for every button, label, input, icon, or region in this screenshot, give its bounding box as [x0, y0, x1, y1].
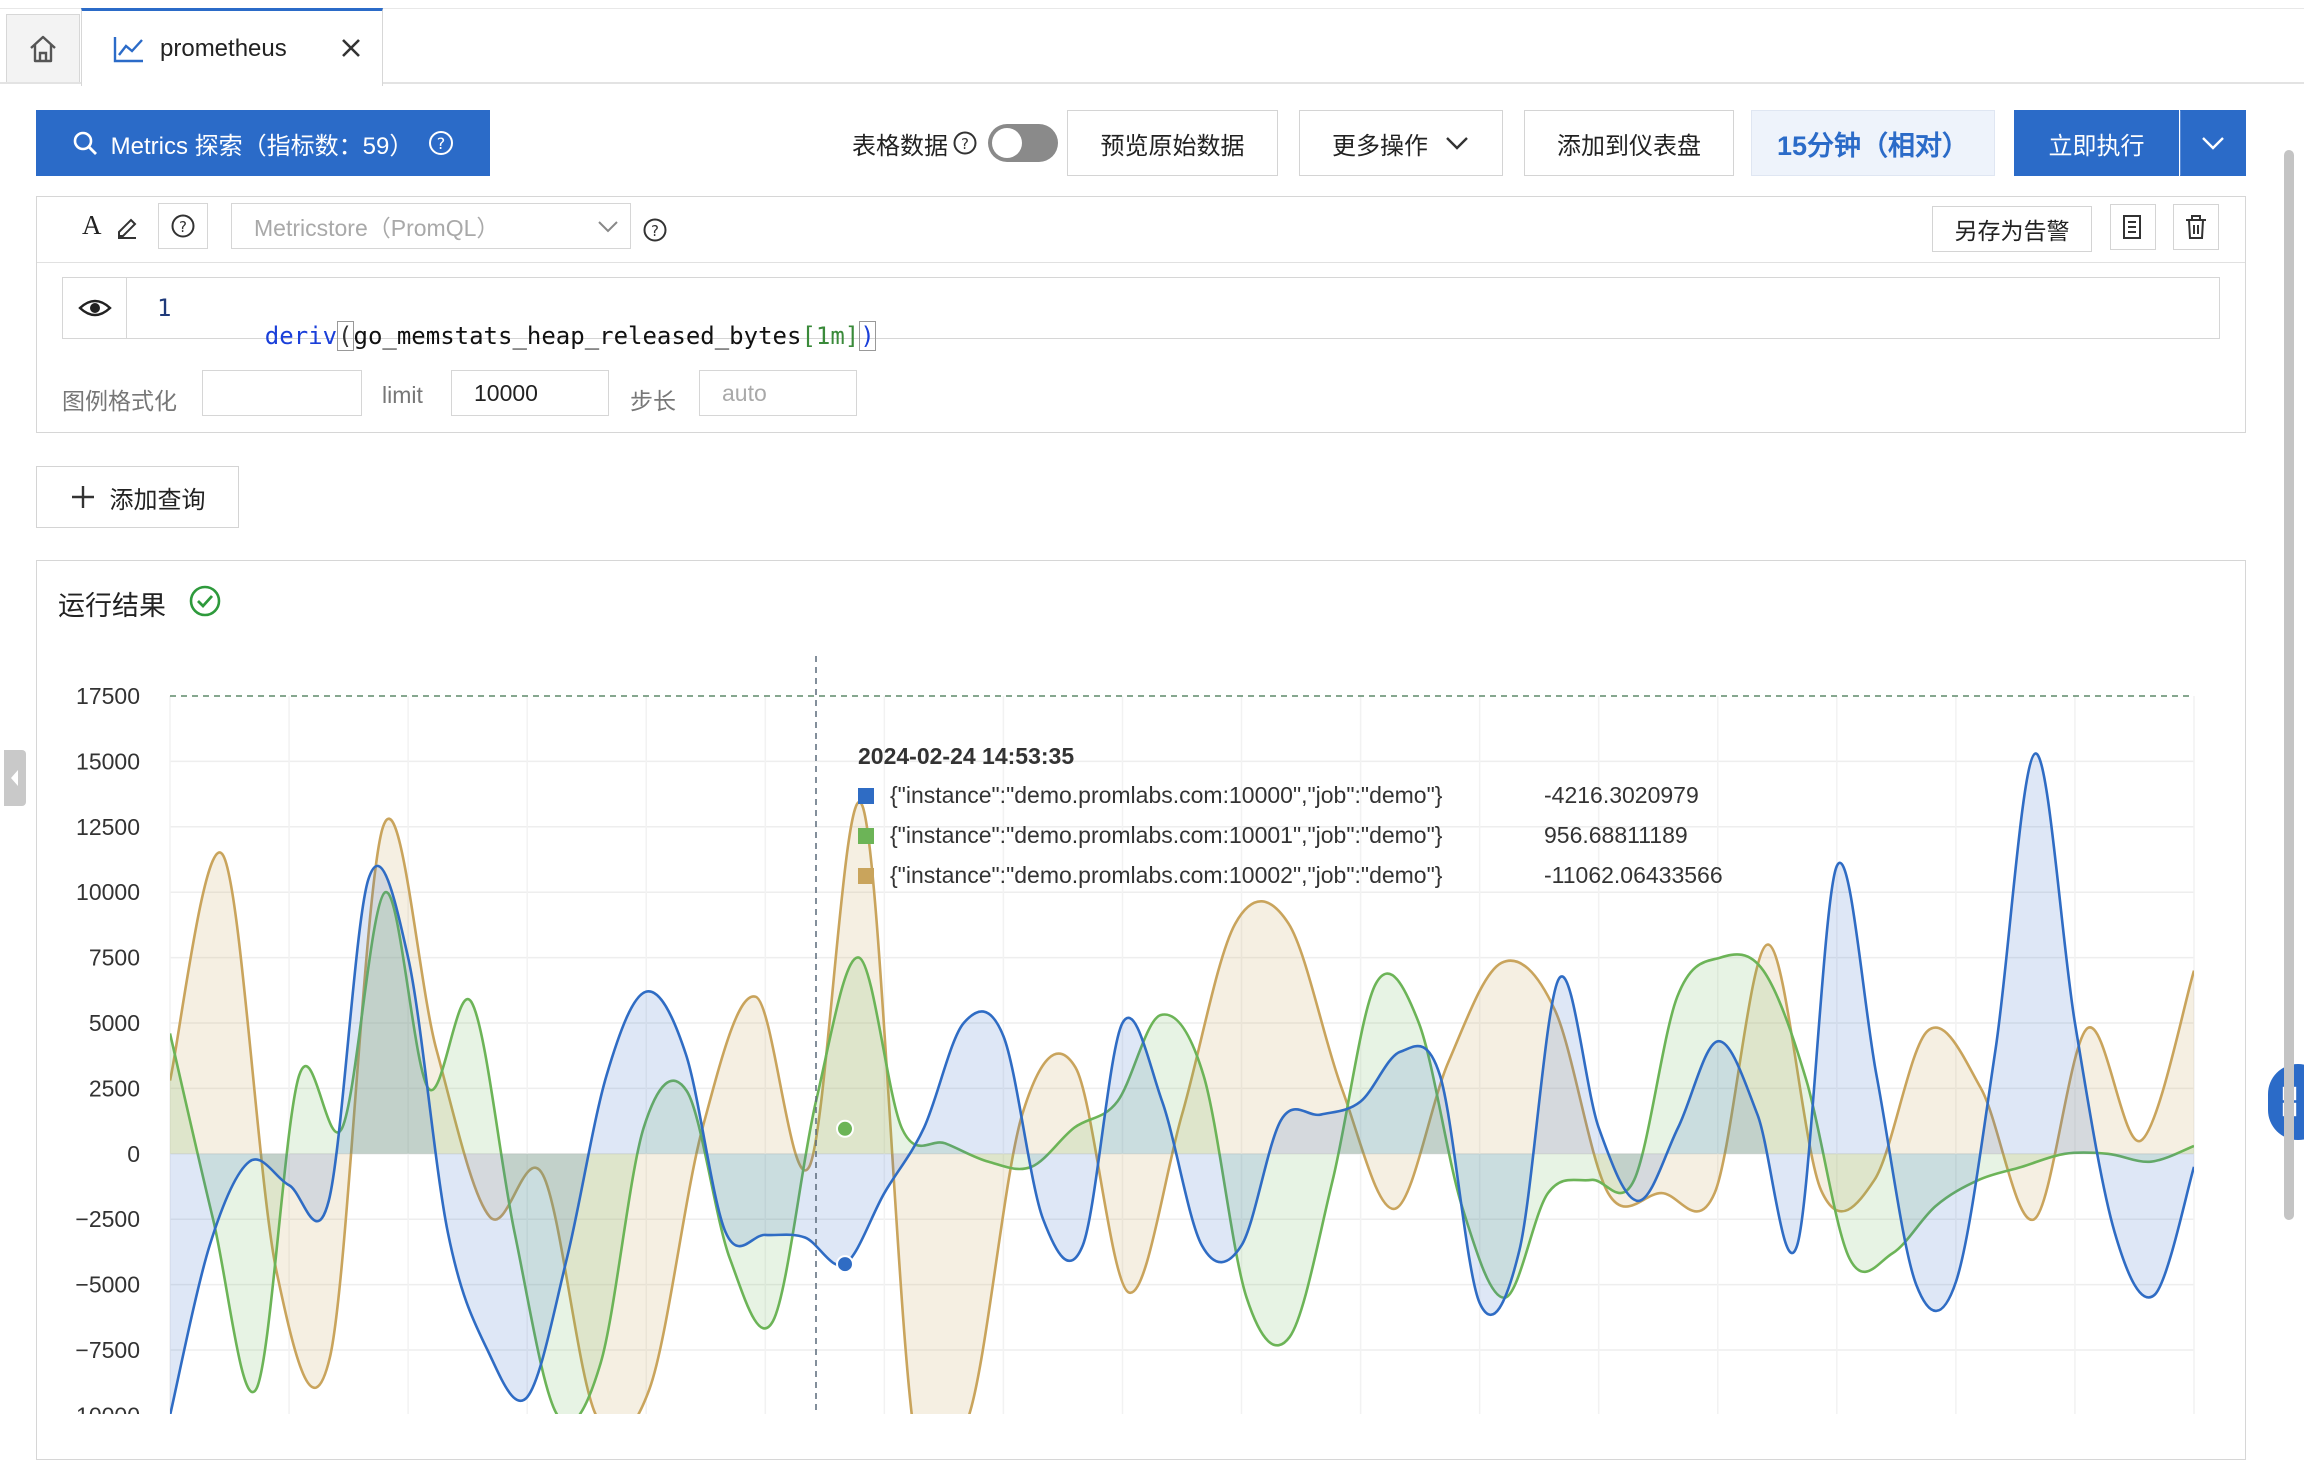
save-as-alert-button[interactable]: 另存为告警 [1932, 206, 2092, 252]
close-icon[interactable] [338, 35, 364, 61]
preview-raw-data-button[interactable]: 预览原始数据 [1067, 110, 1278, 176]
legend-format-label: 图例格式化 [62, 388, 177, 414]
add-query-button[interactable]: 添加查询 [36, 466, 239, 528]
tooltip-swatch [858, 828, 874, 844]
metrics-button-label: Metrics 探索（指标数：59） [110, 132, 414, 160]
result-chart[interactable]: 17500 15000 12500 10000 7500 5000 2500 0 −2500 −5… [36, 640, 2246, 1414]
expr-range: [1m] [801, 322, 860, 350]
step-input[interactable]: auto [699, 370, 857, 416]
help-icon[interactable]: ? [952, 130, 978, 156]
y-tick-label: −10000 [63, 1402, 140, 1414]
limit-label: limit [382, 382, 423, 408]
tab-title: prometheus [160, 34, 287, 62]
tooltip-swatch [858, 868, 874, 884]
tooltip-series-label: {"instance":"demo.promlabs.com:10000","j… [890, 782, 1443, 808]
document-icon [2123, 215, 2141, 239]
search-icon [73, 131, 97, 155]
add-query-label: 添加查询 [109, 486, 206, 514]
table-data-toggle[interactable] [988, 124, 1058, 162]
svg-text:?: ? [179, 218, 187, 236]
tooltip-time: 2024-02-24 14:53:35 [858, 743, 1074, 769]
more-actions-button[interactable]: 更多操作 [1299, 110, 1503, 176]
tooltip-series-value: 956.68811189 [1544, 822, 1688, 848]
table-data-label: 表格数据 [852, 133, 948, 160]
home-tab[interactable] [6, 14, 80, 82]
y-tick-label: 12500 [76, 814, 140, 840]
legend-format-input[interactable] [202, 370, 362, 416]
result-title: 运行结果 [58, 591, 166, 621]
y-tick-label: −2500 [75, 1206, 140, 1232]
add-to-dashboard-button[interactable]: 添加到仪表盘 [1524, 110, 1734, 176]
limit-input[interactable]: 10000 [451, 370, 609, 416]
datasource-select[interactable]: Metricstore（PromQL） [231, 203, 631, 249]
expr-close-paren: ) [859, 321, 876, 351]
home-icon [30, 35, 56, 62]
chevron-left-icon [11, 770, 18, 786]
svg-text:?: ? [651, 222, 659, 240]
tooltip-swatch [858, 788, 874, 804]
hover-point-blue [836, 1255, 854, 1274]
chevron-down-icon [2202, 137, 2224, 150]
help-icon: ? [171, 214, 195, 238]
edit-icon[interactable] [114, 213, 140, 239]
toggle-visibility-button[interactable] [62, 277, 126, 339]
metrics-explore-button[interactable]: Metrics 探索（指标数：59） ? [36, 110, 490, 176]
y-tick-label: −5000 [75, 1272, 140, 1298]
y-tick-label: 5000 [89, 1010, 140, 1036]
y-tick-label: 7500 [89, 945, 140, 971]
svg-text:?: ? [437, 134, 446, 153]
expr-open-paren: ( [337, 321, 354, 351]
copy-button[interactable] [2110, 204, 2156, 250]
tooltip-series-label: {"instance":"demo.promlabs.com:10002","j… [890, 862, 1443, 888]
y-tick-label: −7500 [75, 1337, 140, 1363]
y-tick-label: 0 [127, 1141, 140, 1167]
expr-metric: go_memstats_heap_released_bytes [353, 322, 802, 350]
left-collapse-handle[interactable] [4, 750, 26, 806]
plus-icon [71, 486, 94, 508]
chevron-down-icon [1446, 137, 1468, 150]
tab-prometheus[interactable]: prometheus [81, 8, 383, 86]
more-actions-label: 更多操作 [1332, 132, 1428, 160]
expr-function: deriv [264, 322, 338, 350]
tab-bar: prometheus [0, 0, 2304, 86]
step-placeholder: auto [722, 379, 767, 406]
font-icon[interactable]: A [82, 210, 102, 241]
datasource-placeholder: Metricstore（PromQL） [254, 215, 500, 241]
query-help-button[interactable]: ? [158, 203, 208, 249]
promql-expression: deriv(go_memstats_heap_released_bytes[1m… [207, 294, 876, 378]
line-chart-icon [113, 36, 143, 62]
help-icon[interactable]: ? [642, 217, 668, 243]
trash-icon [2186, 215, 2206, 239]
y-tick-label: 15000 [76, 748, 140, 774]
delete-button[interactable] [2173, 204, 2219, 250]
help-icon[interactable]: ? [427, 129, 455, 157]
y-tick-label: 10000 [76, 879, 140, 905]
step-label: 步长 [630, 388, 676, 414]
line-number: 1 [157, 294, 172, 322]
time-range-button[interactable]: 15分钟（相对） [1751, 110, 1995, 176]
execute-button[interactable]: 立即执行 [2014, 110, 2179, 176]
svg-text:?: ? [961, 135, 969, 153]
promql-editor[interactable]: 1 deriv(go_memstats_heap_released_bytes[… [126, 277, 2220, 351]
eye-icon [77, 299, 112, 317]
tooltip-series-value: -11062.06433566 [1544, 862, 1723, 888]
toggle-knob [992, 128, 1022, 158]
execute-dropdown-button[interactable] [2180, 110, 2246, 176]
check-circle-icon [189, 585, 221, 617]
hover-point-green [836, 1119, 854, 1138]
y-tick-label: 17500 [76, 683, 140, 709]
chevron-down-icon [598, 221, 618, 233]
tooltip-series-label: {"instance":"demo.promlabs.com:10001","j… [890, 822, 1443, 848]
vertical-scrollbar[interactable] [2284, 150, 2294, 1220]
y-tick-label: 2500 [89, 1075, 140, 1101]
tooltip-series-value: -4216.3020979 [1544, 782, 1699, 808]
